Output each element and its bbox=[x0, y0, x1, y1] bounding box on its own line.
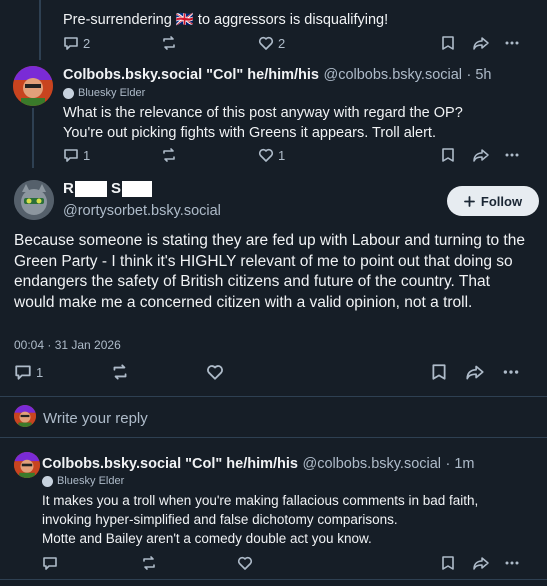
post-text: Pre-surrendering 🇬🇧 to aggressors is dis… bbox=[63, 12, 389, 28]
repost-button[interactable] bbox=[140, 555, 158, 571]
display-name[interactable]: Colbobs.bsky.social "Col" he/him/his bbox=[42, 456, 298, 472]
avatar[interactable] bbox=[14, 452, 40, 478]
reply-count: 2 bbox=[83, 35, 91, 51]
post-header: Colbobs.bsky.social "Col" he/him/his @co… bbox=[42, 455, 475, 473]
reply-button[interactable]: 2 bbox=[63, 35, 90, 51]
follow-label: Follow bbox=[480, 193, 523, 209]
repost-icon bbox=[143, 556, 155, 570]
bookmark-button[interactable] bbox=[441, 35, 455, 51]
reply-count: 1 bbox=[83, 147, 91, 163]
post-text: Because someone is stating they are fed … bbox=[14, 232, 525, 311]
avatar bbox=[14, 405, 36, 427]
redaction-block bbox=[74, 181, 107, 198]
badge-label: Bluesky Elder bbox=[57, 475, 125, 487]
elder-badge-icon bbox=[63, 87, 74, 99]
bookmark-icon bbox=[442, 36, 454, 50]
elder-badge: Bluesky Elder bbox=[63, 87, 145, 99]
name-initial: S bbox=[111, 180, 122, 197]
like-button[interactable] bbox=[237, 555, 253, 571]
repost-icon bbox=[163, 148, 175, 162]
composer-placeholder[interactable]: Write your reply bbox=[43, 410, 148, 427]
plus-icon bbox=[464, 195, 475, 207]
like-button[interactable] bbox=[206, 363, 224, 381]
share-button[interactable] bbox=[465, 363, 485, 381]
post-text-line: It makes you a troll when you're making … bbox=[42, 493, 479, 508]
share-icon bbox=[473, 557, 489, 570]
bookmark-button[interactable] bbox=[441, 147, 455, 163]
author-name[interactable]: R S bbox=[63, 180, 153, 198]
repost-icon bbox=[163, 36, 175, 50]
like-button[interactable]: 1 bbox=[258, 147, 285, 163]
post-text-line: You're out picking fights with Greens it… bbox=[63, 125, 436, 141]
post-text-line: What is the relevance of this post anywa… bbox=[63, 105, 463, 121]
share-button[interactable] bbox=[472, 555, 490, 571]
reply-icon bbox=[15, 365, 31, 380]
elder-badge: Bluesky Elder bbox=[42, 475, 124, 487]
post-time[interactable]: · 5h bbox=[467, 67, 492, 83]
divider bbox=[0, 579, 547, 580]
reply-count: 1 bbox=[36, 364, 44, 380]
more-button[interactable] bbox=[504, 147, 520, 163]
badge-label: Bluesky Elder bbox=[78, 87, 146, 99]
post-header: Colbobs.bsky.social "Col" he/him/his @co… bbox=[63, 66, 492, 84]
reply-icon bbox=[43, 557, 57, 570]
display-name[interactable]: Colbobs.bsky.social "Col" he/him/his bbox=[63, 67, 319, 83]
more-button[interactable] bbox=[504, 35, 520, 51]
more-button[interactable] bbox=[504, 555, 520, 571]
reply-icon bbox=[64, 149, 78, 162]
reply-button[interactable]: 1 bbox=[63, 147, 90, 163]
bookmark-icon bbox=[432, 364, 446, 380]
redaction-block bbox=[122, 181, 153, 198]
post-text: What is the relevance of this post anywa… bbox=[63, 103, 463, 143]
thread-line bbox=[39, 0, 41, 60]
handle[interactable]: @rortysorbet.bsky.social bbox=[63, 203, 221, 219]
share-button[interactable] bbox=[472, 35, 490, 51]
like-icon bbox=[258, 36, 274, 50]
share-button[interactable] bbox=[472, 147, 490, 163]
share-icon bbox=[466, 365, 484, 380]
like-count: 1 bbox=[278, 147, 286, 163]
post-timestamp[interactable]: 00:04 · 31 Jan 2026 bbox=[14, 338, 121, 352]
bookmark-button[interactable] bbox=[441, 555, 455, 571]
reply-composer[interactable]: Write your reply bbox=[0, 397, 547, 437]
reply-icon bbox=[64, 37, 78, 50]
bookmark-icon bbox=[442, 148, 454, 162]
more-icon bbox=[505, 41, 519, 45]
avatar[interactable] bbox=[13, 66, 53, 106]
follow-button[interactable]: Follow bbox=[447, 186, 539, 216]
like-icon bbox=[258, 148, 274, 162]
repost-button[interactable] bbox=[160, 35, 178, 51]
more-icon bbox=[505, 561, 519, 565]
bookmark-button[interactable] bbox=[431, 363, 447, 381]
like-button[interactable]: 2 bbox=[258, 35, 285, 51]
post-text-line: Motte and Bailey aren't a comedy double … bbox=[42, 531, 372, 546]
thread-line bbox=[32, 108, 34, 168]
divider bbox=[0, 437, 547, 438]
more-icon bbox=[505, 153, 519, 157]
reply-button[interactable]: 1 bbox=[14, 363, 43, 381]
like-count: 2 bbox=[278, 35, 286, 51]
post-text: It makes you a troll when you're making … bbox=[42, 491, 478, 548]
post-text-line: invoking hyper-simplified and false dich… bbox=[42, 512, 398, 527]
avatar[interactable] bbox=[14, 180, 54, 220]
handle[interactable]: @colbobs.bsky.social bbox=[323, 67, 462, 83]
bookmark-icon bbox=[442, 556, 454, 570]
handle[interactable]: @colbobs.bsky.social bbox=[302, 456, 441, 472]
more-icon bbox=[503, 370, 519, 374]
repost-button[interactable] bbox=[160, 147, 178, 163]
post-time[interactable]: · 1m bbox=[446, 456, 475, 472]
more-button[interactable] bbox=[502, 363, 520, 381]
elder-badge-icon bbox=[42, 475, 53, 487]
reply-button[interactable] bbox=[42, 555, 58, 571]
share-icon bbox=[473, 149, 489, 162]
like-icon bbox=[207, 365, 223, 380]
repost-icon bbox=[113, 364, 127, 380]
name-initial: R bbox=[63, 180, 74, 197]
like-icon bbox=[237, 556, 253, 570]
share-icon bbox=[473, 37, 489, 50]
repost-button[interactable] bbox=[110, 363, 130, 381]
